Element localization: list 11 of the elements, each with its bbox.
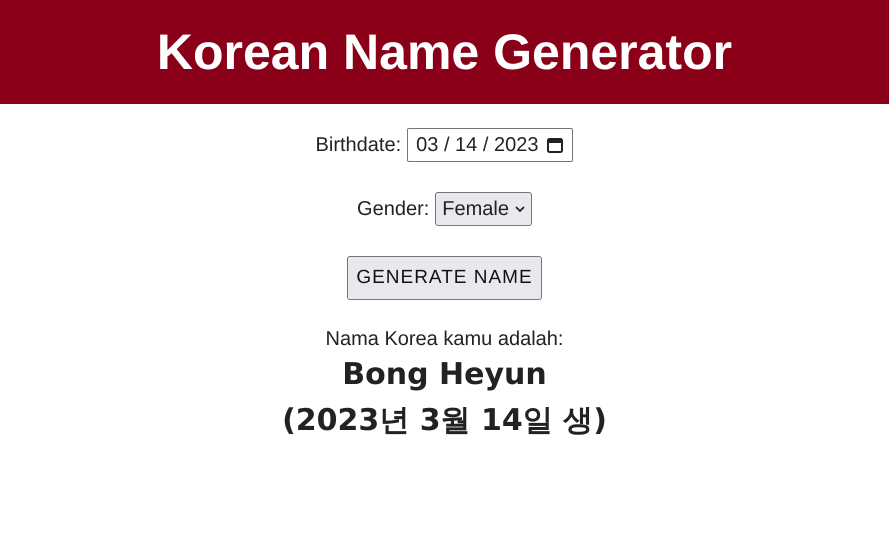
date-field[interactable]: 03 / 14 / 2023 [407, 128, 574, 162]
korean-name: Bong Heyun [342, 357, 547, 392]
calendar-icon [546, 136, 564, 154]
chevron-down-icon [514, 205, 525, 213]
gender-label: Gender: [357, 198, 430, 220]
birth-date-korean: (2023년 3월 14일 생) [282, 402, 607, 440]
birthdate-label: Birthdate: [316, 134, 402, 156]
result-intro: Nama Korea kamu adalah: [326, 328, 564, 351]
generate-button[interactable]: GENERATE NAME [347, 256, 542, 300]
gender-select[interactable]: Female [435, 192, 532, 226]
page-title: Korean Name Generator [156, 23, 732, 81]
